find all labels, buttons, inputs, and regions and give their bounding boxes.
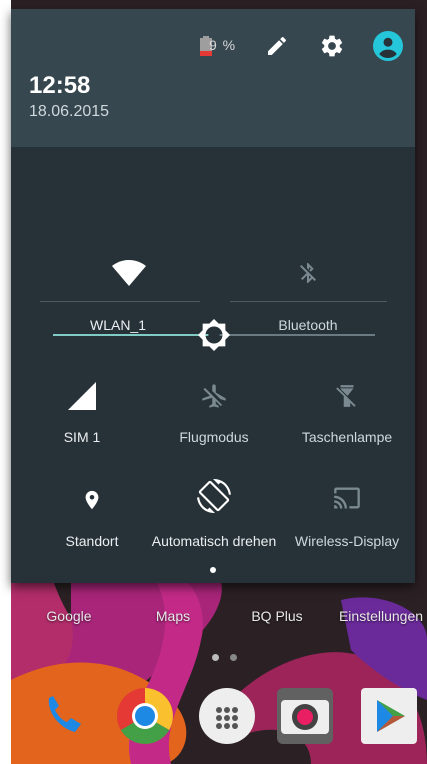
- tile-label-wlan: WLAN_1: [89, 317, 147, 333]
- tile-label-flashlight: Taschenlampe: [301, 429, 393, 445]
- app-label-bq-plus[interactable]: BQ Plus: [251, 608, 302, 624]
- camera-icon[interactable]: [277, 688, 333, 744]
- brightness-thumb[interactable]: [197, 318, 231, 352]
- home-page-indicator: [212, 654, 219, 661]
- tile-label-sim: SIM 1: [63, 429, 101, 445]
- status-header: 9 % 12:58 18.06.2015: [11, 9, 415, 147]
- location-pin-icon: [72, 480, 112, 520]
- brightness-level-fill: [53, 334, 214, 336]
- wifi-icon: [109, 253, 149, 293]
- edit-pencil-icon[interactable]: [262, 31, 292, 61]
- app-drawer-icon[interactable]: [199, 688, 255, 744]
- tile-label-auto-rotate: Automatisch drehen: [151, 533, 277, 549]
- tile-label-location: Standort: [65, 533, 119, 549]
- tile-label-airplane-mode: Flugmodus: [179, 429, 249, 445]
- battery-percentage: 9 %: [209, 37, 237, 53]
- phone-icon[interactable]: [35, 688, 91, 744]
- notification-shade: 9 % 12:58 18.06.2015 WLAN_1 Bluetooth SI…: [11, 9, 415, 583]
- tile-divider: [230, 301, 387, 302]
- date-label[interactable]: 18.06.2015: [29, 103, 109, 121]
- user-account-icon[interactable]: [373, 31, 403, 61]
- airplane-mode-icon: [194, 376, 234, 416]
- quick-settings-panel: WLAN_1 Bluetooth SIM 1 Flugmodus Taschen…: [11, 147, 415, 583]
- tile-divider: [40, 301, 200, 302]
- cast-icon: [327, 478, 367, 518]
- tile-label-wireless-display: Wireless-Display: [294, 533, 400, 549]
- home-page-indicator: [230, 654, 237, 661]
- quick-settings-page-indicator: [210, 567, 216, 573]
- app-label-maps[interactable]: Maps: [156, 608, 190, 624]
- app-label-google[interactable]: Google: [46, 608, 91, 624]
- settings-gear-icon[interactable]: [317, 31, 347, 61]
- clock-time[interactable]: 12:58: [29, 72, 90, 100]
- chrome-icon[interactable]: [117, 688, 173, 744]
- auto-rotate-icon: [194, 476, 234, 516]
- cellular-signal-icon: [62, 376, 102, 416]
- play-store-icon[interactable]: [361, 688, 417, 744]
- bluetooth-disabled-icon: [288, 253, 328, 293]
- flashlight-off-icon: [327, 376, 367, 416]
- app-label-einstellungen[interactable]: Einstellungen: [339, 608, 423, 624]
- tile-label-bluetooth: Bluetooth: [278, 317, 338, 333]
